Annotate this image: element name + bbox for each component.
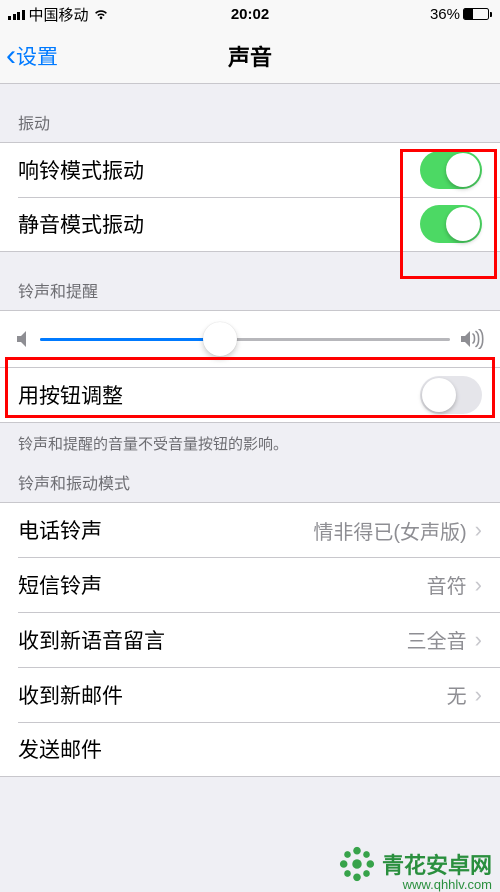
ringtone-value: 情非得已(女声版) (313, 516, 466, 545)
status-bar: 中国移动 20:02 36% (0, 0, 500, 28)
change-with-buttons-switch[interactable] (420, 376, 482, 414)
watermark-logo-icon (338, 845, 376, 883)
chevron-right-icon: › (475, 572, 482, 598)
ringtone-label: 电话铃声 (18, 515, 313, 545)
change-with-buttons-row: 用按钮调整 (0, 368, 500, 423)
status-right: 36% (430, 6, 492, 23)
sent-mail-label: 发送邮件 (18, 734, 482, 764)
battery-icon (463, 8, 492, 20)
volume-high-icon (460, 329, 484, 349)
silent-vibrate-label: 静音模式振动 (18, 209, 420, 239)
page-title: 声音 (228, 40, 272, 72)
slider-thumb[interactable] (203, 322, 237, 356)
silent-vibrate-switch[interactable] (420, 205, 482, 243)
volume-slider-row (0, 310, 500, 368)
back-label: 设置 (16, 41, 58, 71)
nav-bar: ‹ 设置 声音 (0, 28, 500, 84)
ring-vibrate-label: 响铃模式振动 (18, 155, 420, 185)
signal-icon (8, 8, 25, 20)
status-time: 20:02 (231, 6, 269, 23)
new-mail-row[interactable]: 收到新邮件 无 › (0, 667, 500, 722)
chevron-left-icon: ‹ (6, 41, 16, 71)
volume-low-icon (16, 330, 30, 348)
status-left: 中国移动 (8, 4, 109, 25)
watermark-text: 青花安卓网 (382, 853, 492, 878)
chevron-right-icon: › (475, 517, 482, 543)
text-tone-label: 短信铃声 (18, 570, 427, 600)
voicemail-value: 三全音 (407, 625, 467, 654)
volume-slider[interactable] (40, 338, 450, 341)
carrier-label: 中国移动 (29, 4, 89, 25)
battery-percent: 36% (430, 6, 460, 23)
chevron-right-icon: › (475, 682, 482, 708)
silent-vibrate-row: 静音模式振动 (0, 197, 500, 252)
patterns-group: 电话铃声 情非得已(女声版) › 短信铃声 音符 › 收到新语音留言 三全音 ›… (0, 502, 500, 777)
new-mail-label: 收到新邮件 (18, 680, 447, 710)
ring-vibrate-row: 响铃模式振动 (0, 142, 500, 197)
voicemail-label: 收到新语音留言 (18, 625, 407, 655)
voicemail-row[interactable]: 收到新语音留言 三全音 › (0, 612, 500, 667)
back-button[interactable]: ‹ 设置 (0, 41, 58, 71)
ringtone-row[interactable]: 电话铃声 情非得已(女声版) › (0, 502, 500, 557)
section-header-vibration: 振动 (0, 84, 500, 142)
sent-mail-row[interactable]: 发送邮件 (0, 722, 500, 777)
ring-vibrate-switch[interactable] (420, 151, 482, 189)
wifi-icon (93, 8, 109, 20)
ringer-footer-note: 铃声和提醒的音量不受音量按钮的影响。 (0, 423, 500, 460)
chevron-right-icon: › (475, 627, 482, 653)
watermark-url: www.qhhlv.com (403, 877, 492, 892)
section-header-ringer: 铃声和提醒 (0, 252, 500, 310)
watermark: 青花安卓网 www.qhhlv.com (338, 845, 492, 883)
change-with-buttons-label: 用按钮调整 (18, 380, 420, 410)
section-header-patterns: 铃声和振动模式 (0, 460, 500, 502)
text-tone-row[interactable]: 短信铃声 音符 › (0, 557, 500, 612)
new-mail-value: 无 (447, 680, 467, 709)
text-tone-value: 音符 (427, 570, 467, 599)
vibration-group: 响铃模式振动 静音模式振动 (0, 142, 500, 252)
